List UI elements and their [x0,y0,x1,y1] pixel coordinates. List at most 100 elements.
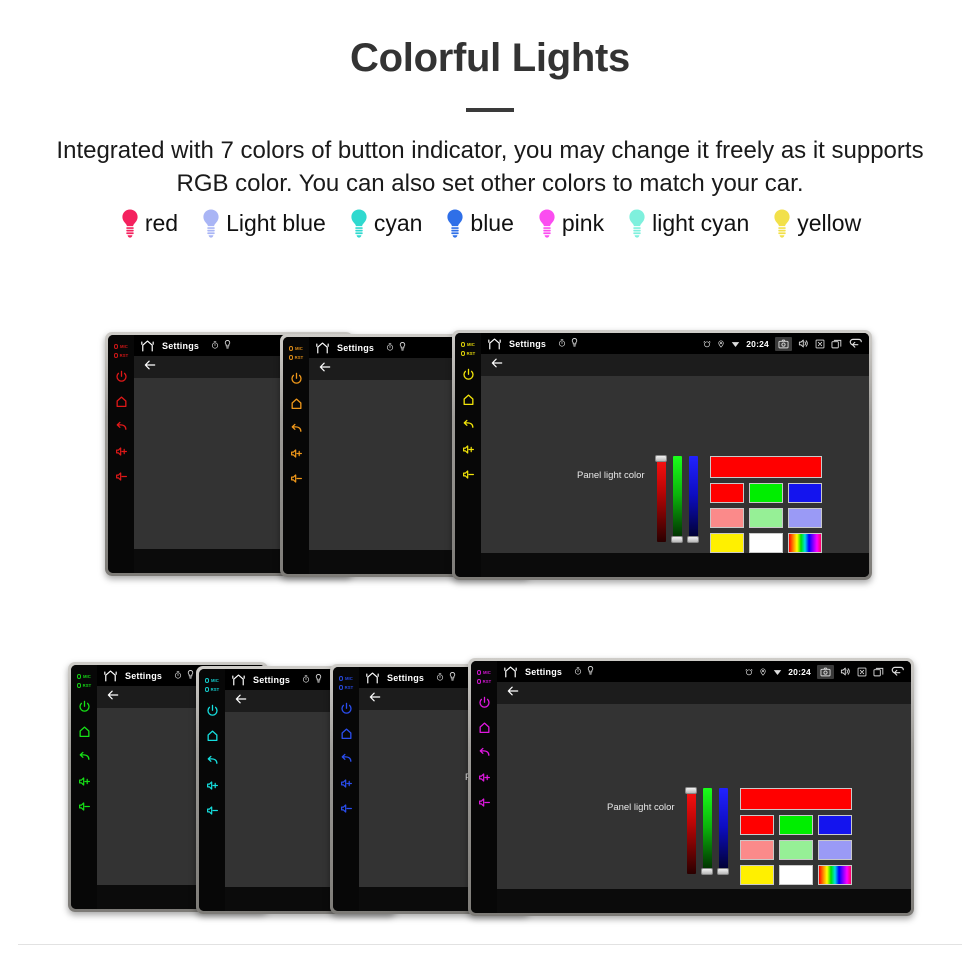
reset-key-label[interactable]: RST [76,683,92,688]
volume-nav-button[interactable] [798,338,809,349]
screen-back-button[interactable] [506,684,520,703]
slider-blue[interactable] [717,788,730,875]
recents-nav-button[interactable] [873,667,884,677]
swatch-0-1[interactable] [748,483,783,503]
volume-down-key[interactable] [115,470,128,483]
volume-down-key[interactable] [478,796,491,809]
swatch-1-1[interactable] [748,508,783,528]
camera-nav-button[interactable] [775,336,792,351]
back-arrow-icon[interactable] [506,684,520,698]
volume-down-key[interactable] [290,472,303,485]
volume-down-key[interactable] [462,468,475,481]
device-unit-magenta[interactable]: MIC RST Settings 20:24 Panel light color [468,658,914,916]
home-button[interactable] [365,671,380,684]
home-button[interactable] [140,339,155,352]
volume-icon[interactable] [840,666,851,677]
swatch-1-2[interactable] [787,508,822,528]
screen-back-button[interactable] [106,688,120,707]
slider-red[interactable] [655,455,668,542]
camera-icon[interactable] [820,667,831,677]
slider-green[interactable] [701,788,714,875]
close-icon[interactable] [857,667,867,677]
swatch-0-1[interactable] [778,815,813,835]
reset-key-label[interactable]: RST [288,355,304,360]
recents-icon[interactable] [873,667,884,677]
back-key[interactable] [78,750,91,763]
home-button[interactable] [231,673,246,686]
reset-key-label[interactable]: RST [338,685,354,690]
back-arrow-icon[interactable] [318,360,332,374]
device-screen[interactable]: Settings 20:24 Panel light color [481,333,869,577]
back-arrow-icon[interactable] [368,690,382,704]
swatch-0-2[interactable] [817,815,852,835]
home-key[interactable] [78,725,91,738]
slider-knob-red[interactable] [655,455,668,462]
back-nav-button[interactable] [848,338,863,350]
volume-up-key[interactable] [340,777,353,790]
camera-icon[interactable] [778,339,789,349]
volume-up-key[interactable] [78,775,91,788]
home-key[interactable] [115,395,128,408]
home-button[interactable] [103,669,118,682]
device-unit-yellow[interactable]: MIC RST Settings 20:24 Panel light color [452,330,872,580]
volume-up-key[interactable] [478,771,491,784]
slider-blue[interactable] [687,456,700,543]
close-nav-button[interactable] [815,339,825,349]
slider-green[interactable] [671,456,684,543]
swatch-0-0[interactable] [709,483,744,503]
recents-nav-button[interactable] [831,339,842,349]
recents-icon[interactable] [831,339,842,349]
back-key[interactable] [115,420,128,433]
volume-down-key[interactable] [340,802,353,815]
camera-nav-button[interactable] [817,664,834,679]
color-preview[interactable] [739,788,852,810]
power-key[interactable] [206,704,219,717]
swatch-0-0[interactable] [739,815,774,835]
back-arrow-icon[interactable] [234,692,248,706]
slider-knob-green[interactable] [701,868,714,875]
home-key[interactable] [340,727,353,740]
back-arrow-icon[interactable] [143,358,157,372]
swatch-1-2[interactable] [817,840,852,860]
swatch-2-0[interactable] [739,865,774,885]
power-key[interactable] [478,696,491,709]
slider-knob-green[interactable] [671,536,684,543]
volume-up-key[interactable] [115,445,128,458]
close-nav-button[interactable] [857,667,867,677]
color-preview[interactable] [709,456,822,478]
close-icon[interactable] [815,339,825,349]
back-key[interactable] [340,752,353,765]
screen-back-button[interactable] [490,356,504,375]
swatch-rainbow[interactable] [817,865,852,885]
volume-up-key[interactable] [462,443,475,456]
swatch-1-0[interactable] [739,840,774,860]
home-button[interactable] [315,341,330,354]
home-key[interactable] [462,393,475,406]
slider-knob-red[interactable] [685,787,698,794]
home-key[interactable] [478,721,491,734]
swatch-0-2[interactable] [787,483,822,503]
screen-back-button[interactable] [143,358,157,377]
back-icon[interactable] [848,338,863,350]
home-button[interactable] [503,665,518,678]
power-key[interactable] [462,368,475,381]
back-nav-button[interactable] [890,666,905,678]
home-button[interactable] [487,337,502,350]
screen-back-button[interactable] [234,692,248,711]
back-key[interactable] [462,418,475,431]
back-arrow-icon[interactable] [106,688,120,702]
slider-red[interactable] [685,787,698,874]
swatch-2-0[interactable] [709,533,744,553]
slider-knob-blue[interactable] [717,868,730,875]
screen-back-button[interactable] [318,360,332,379]
reset-key-label[interactable]: RST [204,687,220,692]
swatch-2-1[interactable] [748,533,783,553]
back-key[interactable] [478,746,491,759]
back-icon[interactable] [890,666,905,678]
home-key[interactable] [290,397,303,410]
device-screen[interactable]: Settings 20:24 Panel light color [497,661,911,913]
volume-down-key[interactable] [78,800,91,813]
power-key[interactable] [340,702,353,715]
power-key[interactable] [290,372,303,385]
swatch-rainbow[interactable] [787,533,822,553]
